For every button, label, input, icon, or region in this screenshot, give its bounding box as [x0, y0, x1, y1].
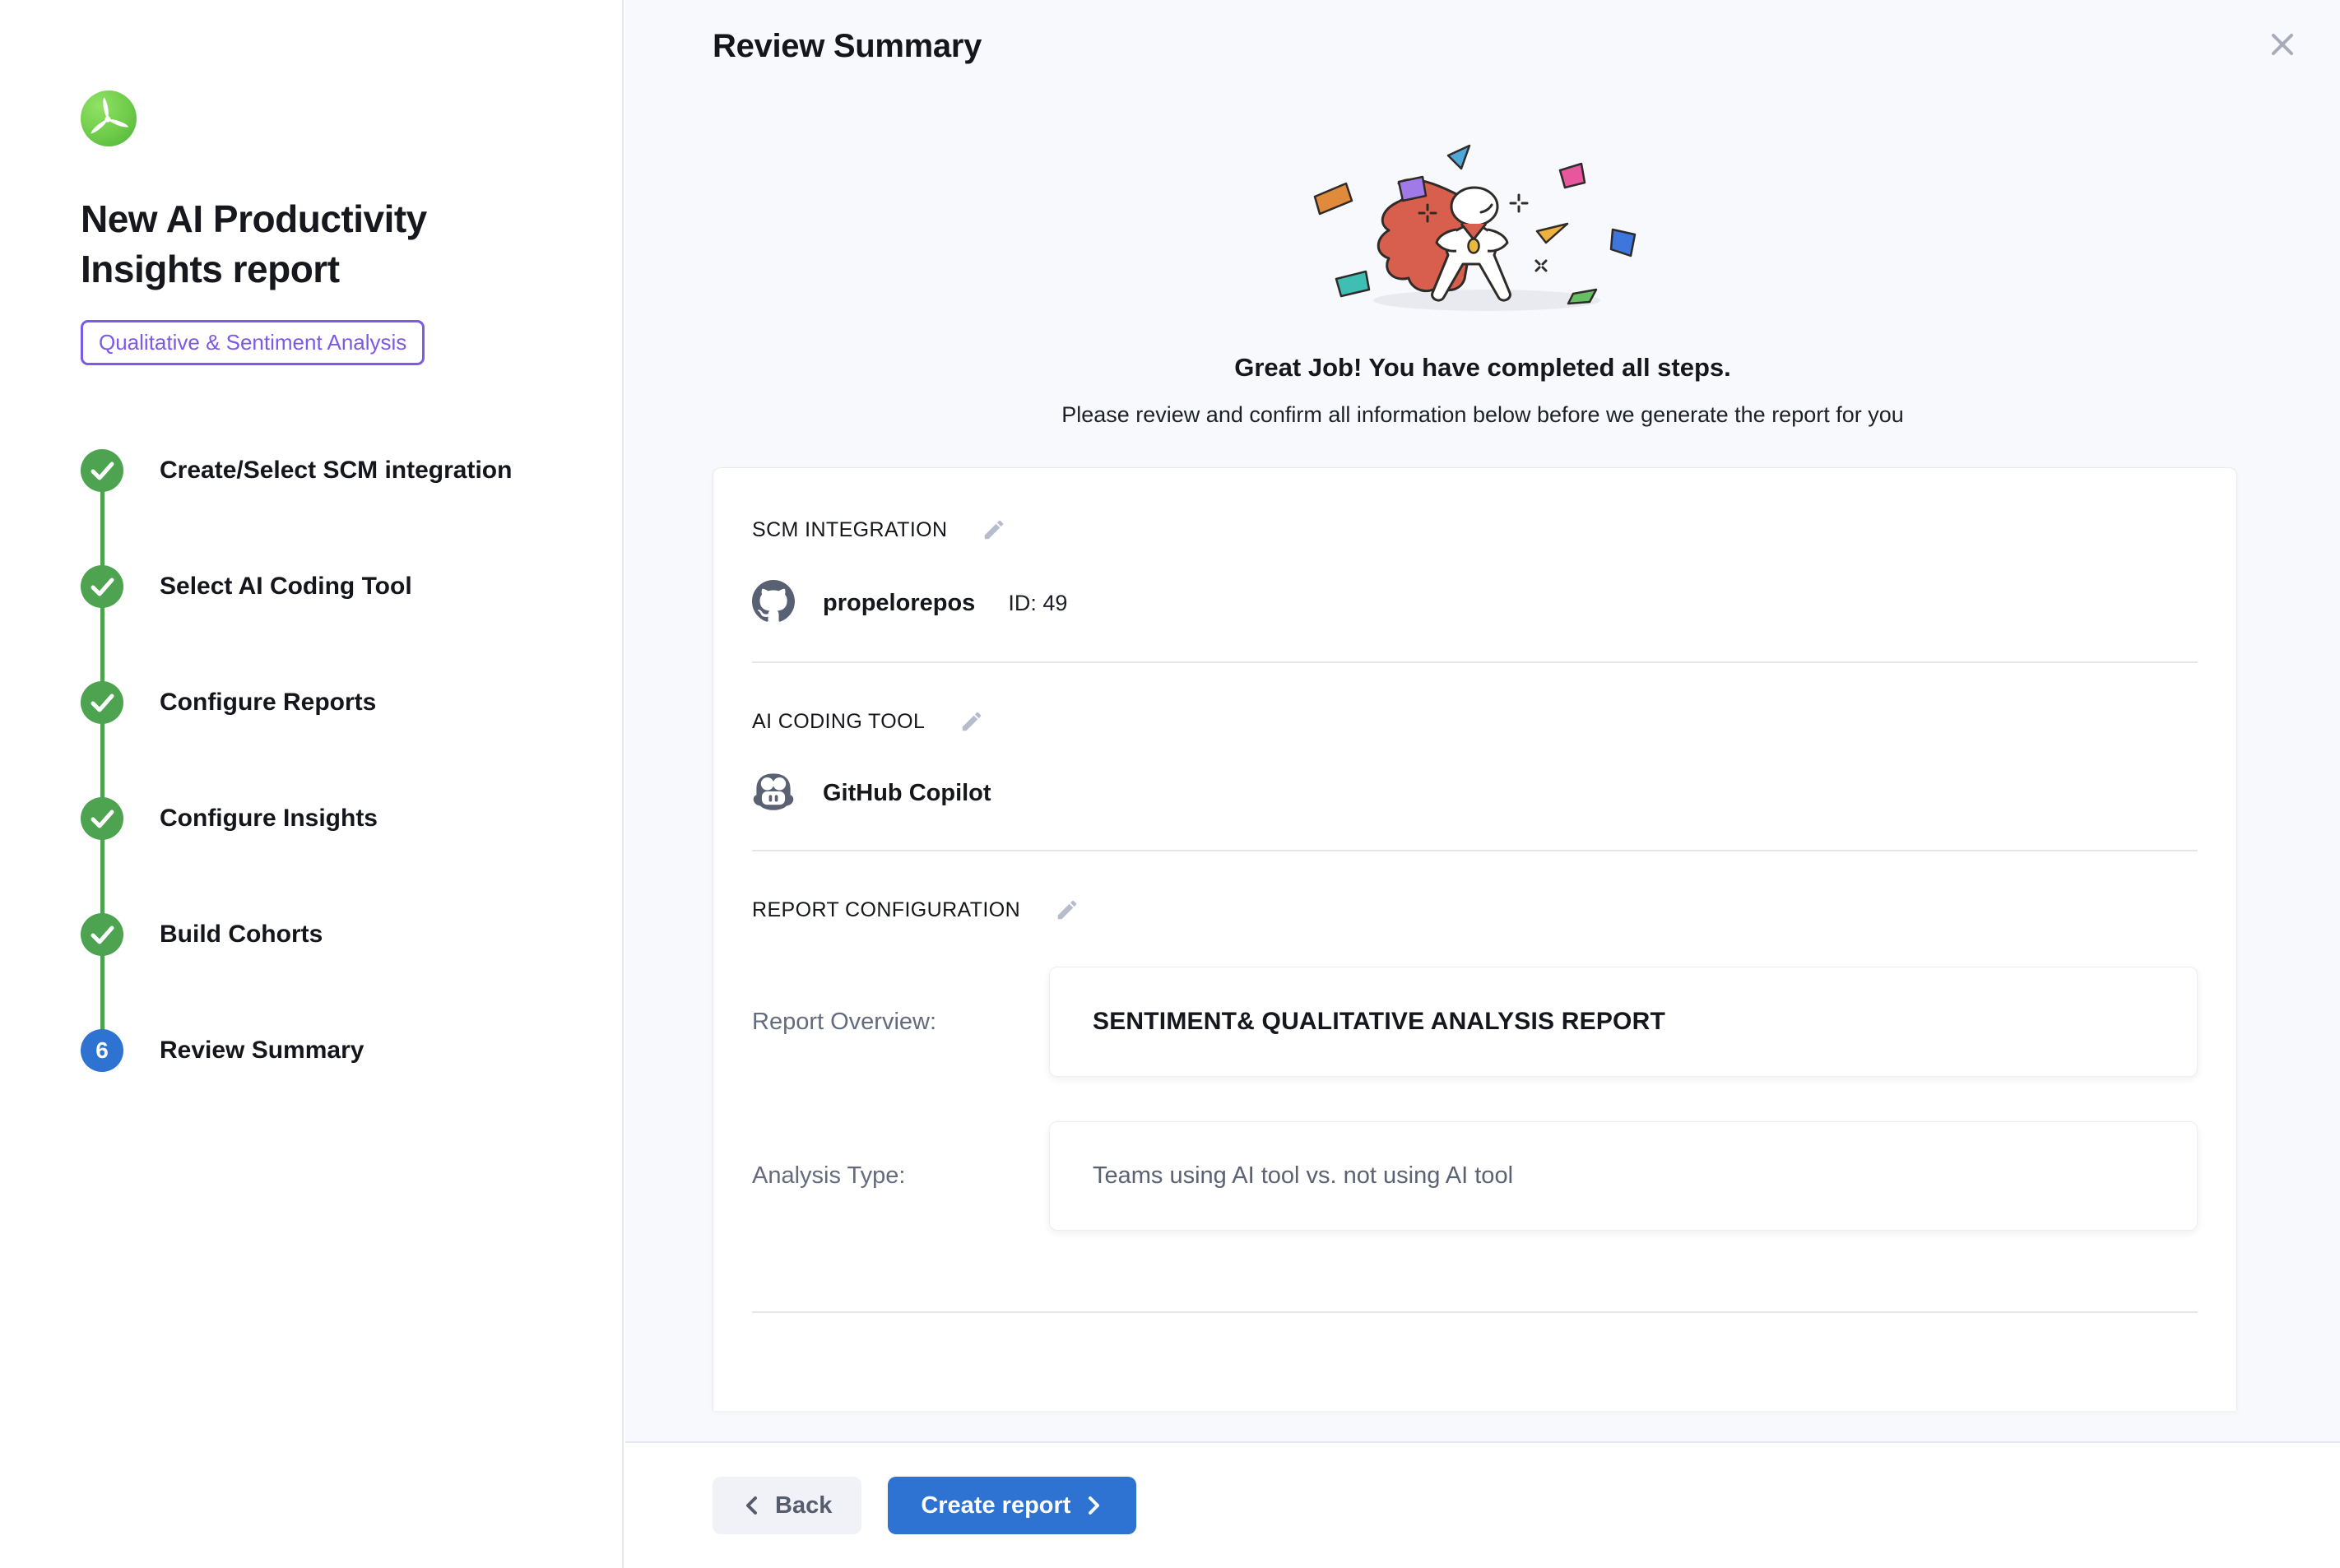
- check-icon: [81, 681, 123, 724]
- back-button[interactable]: Back: [713, 1477, 861, 1534]
- step-select-ai-coding-tool[interactable]: Select AI Coding Tool: [81, 565, 576, 608]
- close-icon[interactable]: [2263, 25, 2302, 64]
- section-divider: [752, 1311, 2198, 1313]
- chevron-left-icon: [742, 1493, 762, 1518]
- check-icon: [81, 797, 123, 840]
- ai-tool-row: GitHub Copilot: [752, 772, 2198, 815]
- edit-scm-icon[interactable]: [982, 517, 1006, 542]
- create-report-button[interactable]: Create report: [888, 1477, 1136, 1534]
- check-icon: [81, 913, 123, 956]
- section-divider: [752, 661, 2198, 663]
- step-review-summary[interactable]: 6 Review Summary: [81, 1029, 576, 1072]
- step-number-badge: 6: [81, 1029, 123, 1072]
- analysis-type-label: Analysis Type:: [752, 1162, 1049, 1190]
- report-config-section-label: REPORT CONFIGURATION: [752, 898, 1020, 922]
- copilot-icon: [752, 772, 795, 815]
- ai-tool-name: GitHub Copilot: [823, 780, 991, 807]
- ai-tool-section-label: AI CODING TOOL: [752, 710, 925, 734]
- scm-section-label: SCM INTEGRATION: [752, 518, 947, 542]
- github-icon: [752, 580, 795, 627]
- ai-tool-section-header: AI CODING TOOL: [752, 709, 2198, 734]
- check-icon: [81, 565, 123, 608]
- check-icon: [81, 449, 123, 492]
- propelo-logo-icon: [81, 90, 137, 146]
- scm-section-header: SCM INTEGRATION: [752, 517, 2198, 542]
- new-report-wizard: New AI Productivity Insights report Qual…: [0, 0, 2340, 1568]
- section-divider: [752, 850, 2198, 851]
- analysis-type-value: Teams using AI tool vs. not using AI too…: [1049, 1121, 2198, 1231]
- page-title: Review Summary: [625, 0, 2340, 65]
- report-overview-label: Report Overview:: [752, 1009, 1049, 1036]
- edit-report-config-icon[interactable]: [1055, 898, 1079, 922]
- edit-ai-tool-icon[interactable]: [959, 709, 984, 734]
- scm-integration-id: ID: 49: [1008, 591, 1067, 616]
- report-overview-field: Report Overview: SENTIMENT& QUALITATIVE …: [752, 967, 2198, 1077]
- review-card: SCM INTEGRATION propelorepos ID: 49 AI C…: [713, 467, 2237, 1411]
- propeller-icon: [81, 90, 137, 146]
- congrats-subtitle: Please review and confirm all informatio…: [625, 402, 2340, 428]
- step-configure-insights[interactable]: Configure Insights: [81, 797, 576, 840]
- report-overview-value: SENTIMENT& QUALITATIVE ANALYSIS REPORT: [1049, 967, 2198, 1077]
- scm-integration-name: propelorepos: [823, 590, 975, 617]
- congrats-title: Great Job! You have completed all steps.: [625, 353, 2340, 383]
- analysis-type-field: Analysis Type: Teams using AI tool vs. n…: [752, 1121, 2198, 1231]
- report-type-badge: Qualitative & Sentiment Analysis: [81, 320, 425, 365]
- step-build-cohorts[interactable]: Build Cohorts: [81, 913, 576, 956]
- wizard-footer: Back Create report: [625, 1441, 2340, 1568]
- step-configure-reports[interactable]: Configure Reports: [81, 681, 576, 724]
- report-config-section-header: REPORT CONFIGURATION: [752, 898, 2198, 922]
- wizard-title: New AI Productivity Insights report: [81, 194, 517, 294]
- celebration-illustration: [1285, 131, 1680, 320]
- scm-integration-row: propelorepos ID: 49: [752, 580, 2198, 627]
- wizard-sidebar: New AI Productivity Insights report Qual…: [0, 0, 624, 1568]
- review-summary-panel: Review Summary: [625, 0, 2340, 1568]
- wizard-steps: Create/Select SCM integration Select AI …: [81, 449, 576, 1072]
- step-create-select-scm-integration[interactable]: Create/Select SCM integration: [81, 449, 576, 492]
- chevron-right-icon: [1084, 1493, 1103, 1518]
